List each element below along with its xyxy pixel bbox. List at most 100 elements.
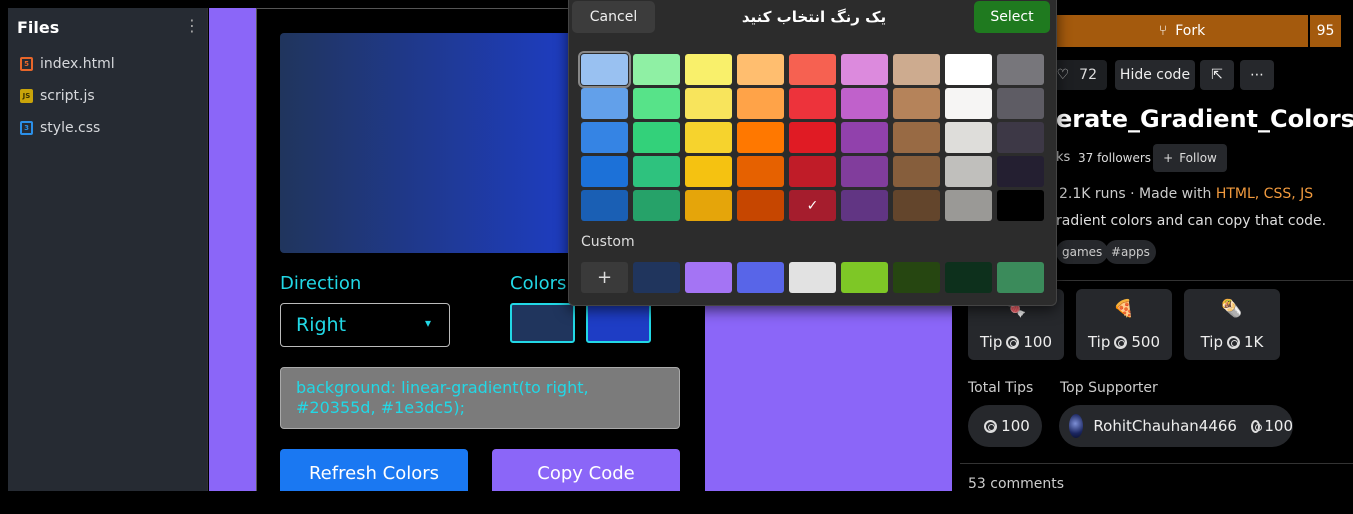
tip-button-1k[interactable]: 🌯 Tip 1K [1184, 289, 1280, 360]
external-link-icon[interactable]: ⇱ [1200, 60, 1234, 90]
custom-label: Custom [581, 234, 635, 250]
palette-color-swatch[interactable] [789, 156, 836, 187]
custom-color-swatch[interactable] [737, 262, 784, 293]
palette-color-swatch[interactable] [633, 122, 680, 153]
palette-color-swatch[interactable] [841, 54, 888, 85]
palette-color-swatch[interactable] [893, 156, 940, 187]
made-with-prefix: · Made with [1130, 186, 1212, 202]
palette-color-swatch[interactable] [581, 88, 628, 119]
tip-button-500[interactable]: 🍕 Tip 500 [1076, 289, 1172, 360]
screen: Files ⋮ 5 index.html JS script.js 3 styl… [0, 0, 1353, 514]
top-supporter-amount: 100 [1264, 417, 1293, 435]
palette-color-swatch[interactable] [945, 190, 992, 221]
palette-color-swatch[interactable] [685, 122, 732, 153]
palette-color-swatch[interactable] [685, 54, 732, 85]
custom-color-swatch[interactable] [893, 262, 940, 293]
palette-color-swatch[interactable] [789, 88, 836, 119]
palette-color-swatch[interactable] [997, 156, 1044, 187]
palette-color-swatch[interactable] [841, 156, 888, 187]
palette-color-swatch[interactable] [633, 190, 680, 221]
followers-count: 37 followers [1078, 151, 1152, 165]
palette-color-swatch[interactable] [997, 190, 1044, 221]
palette-color-swatch[interactable] [737, 190, 784, 221]
color-input-1[interactable] [510, 303, 575, 343]
palette-color-swatch[interactable] [685, 88, 732, 119]
palette-color-swatch[interactable] [893, 122, 940, 153]
color-input-2[interactable] [586, 303, 651, 343]
pizza-icon: 🍕 [1113, 299, 1135, 319]
tip-label: Tip 500 [1087, 333, 1161, 351]
palette-color-swatch[interactable] [893, 54, 940, 85]
palette-color-swatch[interactable] [841, 122, 888, 153]
direction-select[interactable]: Right ▾ [280, 303, 450, 347]
select-button[interactable]: Select [974, 1, 1050, 33]
copy-code-button[interactable]: Copy Code [492, 449, 680, 491]
palette-color-swatch[interactable] [578, 51, 631, 88]
css-file-icon: 3 [20, 121, 33, 135]
palette-color-swatch[interactable] [633, 54, 680, 85]
comments-count[interactable]: 53 comments [968, 476, 1064, 492]
palette-color-swatch[interactable] [737, 156, 784, 187]
palette-color-swatch[interactable]: ✓ [789, 190, 836, 221]
palette-color-swatch[interactable] [945, 156, 992, 187]
hide-code-button[interactable]: Hide code [1115, 60, 1195, 90]
palette-color-swatch[interactable] [581, 190, 628, 221]
palette-color-swatch[interactable] [997, 88, 1044, 119]
html-file-icon: 5 [20, 57, 33, 71]
made-with-tech[interactable]: HTML, CSS, JS [1216, 186, 1313, 202]
palette-color-swatch[interactable] [789, 54, 836, 85]
css-code-output[interactable]: background: linear-gradient(to right, #2… [280, 367, 680, 429]
tag-games[interactable]: games [1056, 240, 1109, 264]
custom-color-swatch[interactable] [789, 262, 836, 293]
author-name[interactable]: ks [1056, 150, 1070, 165]
refresh-colors-button[interactable]: Refresh Colors [280, 449, 468, 491]
fork-count: 95 [1309, 15, 1341, 47]
coin-icon [1250, 419, 1263, 433]
palette-color-swatch[interactable] [997, 122, 1044, 153]
palette-color-swatch[interactable] [737, 54, 784, 85]
runs-count: 2.1K runs [1059, 186, 1126, 202]
total-tips-value: 100 [1001, 417, 1030, 435]
palette-color-swatch[interactable] [893, 190, 940, 221]
custom-color-swatch[interactable] [997, 262, 1044, 293]
more-icon[interactable]: ⋯ [1240, 60, 1274, 90]
checkmark-icon: ✓ [806, 197, 819, 214]
coin-icon [1114, 336, 1128, 349]
palette-color-swatch[interactable] [581, 122, 628, 153]
palette-color-swatch[interactable] [841, 88, 888, 119]
file-script-js[interactable]: JS script.js [20, 85, 95, 107]
palette-color-swatch[interactable] [685, 190, 732, 221]
palette-color-swatch[interactable] [893, 88, 940, 119]
like-button[interactable]: ♡ 72 [1050, 60, 1107, 90]
palette-color-swatch[interactable] [633, 156, 680, 187]
file-style-css[interactable]: 3 style.css [20, 117, 100, 139]
top-supporter-label: Top Supporter [1060, 380, 1158, 396]
files-panel: Files ⋮ 5 index.html JS script.js 3 styl… [8, 8, 208, 491]
custom-color-swatch[interactable] [841, 262, 888, 293]
palette-color-swatch[interactable] [581, 156, 628, 187]
palette-color-swatch[interactable] [841, 190, 888, 221]
fork-button[interactable]: ⑂ Fork [1056, 15, 1308, 47]
palette-color-swatch[interactable] [997, 54, 1044, 85]
palette-color-swatch[interactable] [789, 122, 836, 153]
palette-color-swatch[interactable] [633, 88, 680, 119]
custom-color-swatch[interactable] [945, 262, 992, 293]
project-description: radient colors and can copy that code. [1056, 213, 1327, 229]
file-index-html[interactable]: 5 index.html [20, 53, 115, 75]
custom-color-swatch[interactable] [633, 262, 680, 293]
palette-color-swatch[interactable] [685, 156, 732, 187]
tag-apps[interactable]: #apps [1105, 240, 1156, 264]
palette-color-swatch[interactable] [737, 88, 784, 119]
follow-button[interactable]: + Follow [1153, 144, 1227, 172]
palette-color-swatch[interactable] [737, 122, 784, 153]
top-supporter-pill[interactable]: RohitChauhan4466 100 [1059, 405, 1293, 447]
avatar [1069, 414, 1084, 438]
palette-color-swatch[interactable] [945, 88, 992, 119]
direction-value: Right [296, 314, 347, 336]
plus-icon[interactable]: + [581, 262, 628, 293]
custom-color-swatch[interactable] [685, 262, 732, 293]
palette-color-swatch[interactable] [945, 122, 992, 153]
cancel-button[interactable]: Cancel [572, 1, 655, 33]
vertical-dots-icon[interactable]: ⋮ [184, 18, 200, 34]
palette-color-swatch[interactable] [945, 54, 992, 85]
